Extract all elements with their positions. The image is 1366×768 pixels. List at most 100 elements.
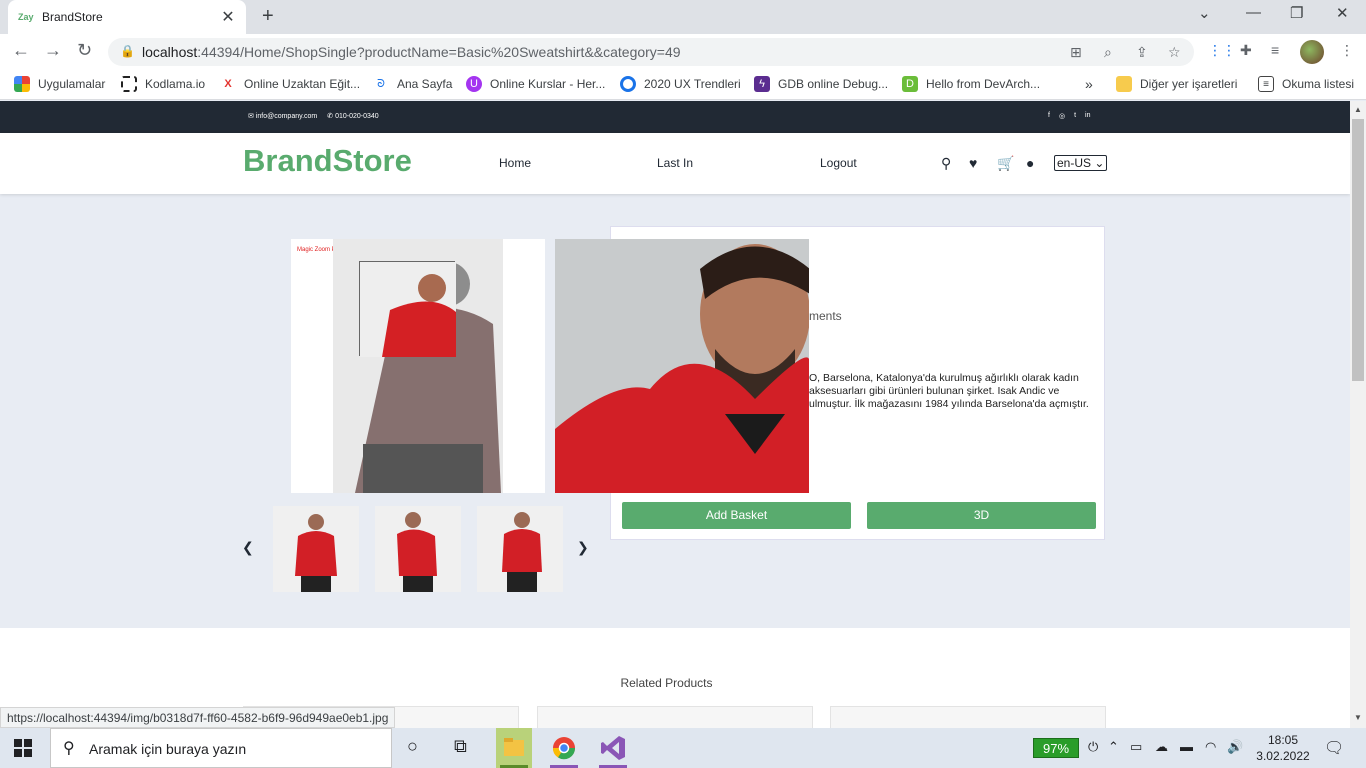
restore-icon[interactable]: ❐ [1290,4,1303,22]
bookmark-label: Uygulamalar [38,77,106,91]
tab-search-icon[interactable]: ⌄ [1198,4,1211,22]
folder-icon [504,738,524,756]
forward-icon[interactable]: → [44,40,62,61]
taskbar-search[interactable]: ⚲ Aramak için buraya yazın [50,728,392,768]
phone-text: 010-020-0340 [335,113,379,120]
bolt-icon: ϟ [754,76,770,92]
translate-icon[interactable]: ⊞ [1070,44,1082,61]
product-main-image[interactable]: Magic Zoom Plus™ trial version [291,239,545,493]
page-scrollbar[interactable]: ▲ ▼ [1350,101,1366,728]
scroll-up-icon[interactable]: ▲ [1354,105,1362,114]
chevron-down-icon: ⌄ [1094,156,1105,170]
next-thumbnail-icon[interactable]: ❯ [577,539,589,556]
close-tab-icon[interactable]: ✕ [220,7,236,27]
address-bar[interactable]: 🔒 localhost:44394/Home/ShopSingle?produc… [108,38,1194,66]
bookmarks-overflow[interactable]: » [1085,76,1093,92]
battery-icon[interactable]: ▬ [1180,739,1193,754]
linkedin-icon[interactable]: in [1085,112,1090,120]
nav-home[interactable]: Home [499,156,531,170]
menu-icon[interactable]: ⋮ [1340,42,1354,59]
bookmark-star-icon[interactable]: ☆ [1168,44,1181,61]
profile-avatar[interactable] [1300,40,1324,64]
related-product-card[interactable] [537,706,813,728]
lock-icon[interactable]: 🔒 [120,44,135,58]
taskbar-clock[interactable]: 18:05 3.02.2022 [1252,732,1314,764]
udemy-icon: U [466,76,482,92]
user-icon[interactable]: ● [1026,155,1034,171]
zoom-icon[interactable]: ⌕ [1104,44,1112,61]
site-topbar: ✉ info@company.com ✆ 010-020-0340 f ◎ t … [0,101,1350,133]
bookmark-uzaktan[interactable]: X Online Uzaktan Eğit... [220,76,360,92]
prev-thumbnail-icon[interactable]: ❮ [242,539,254,556]
minimize-icon[interactable]: — [1246,4,1261,21]
extension-grid-icon[interactable]: ⋮⋮ [1208,42,1236,59]
zoom-window [555,239,809,493]
scrollbar-thumb[interactable] [1352,119,1364,381]
twitter-icon[interactable]: t [1074,112,1076,120]
file-explorer-app[interactable] [496,728,532,768]
new-tab-icon[interactable]: + [262,5,274,28]
phone-contact[interactable]: ✆ 010-020-0340 [327,112,378,120]
language-select[interactable]: en-US ⌄ [1054,155,1107,171]
cortana-icon[interactable]: ○ [407,736,418,757]
email-contact[interactable]: ✉ info@company.com [248,112,317,120]
brand-logo[interactable]: BrandStore [243,143,412,179]
lens-preview [360,262,456,357]
heart-icon[interactable]: ♥ [969,155,977,171]
chrome-app[interactable] [546,728,582,768]
reading-list[interactable]: ≡ Okuma listesi [1258,76,1354,92]
facebook-icon[interactable]: f [1048,112,1050,120]
bookmark-ux[interactable]: 2020 UX Trendleri [620,76,741,92]
back-icon[interactable]: ← [12,40,30,61]
bookmark-label: Okuma listesi [1282,77,1355,91]
bookmark-anasayfa[interactable]: ᘐ Ana Sayfa [373,76,452,92]
zoomed-product-image [555,239,809,493]
reading-list-icon: ≡ [1258,76,1274,92]
bookmark-gdb[interactable]: ϟ GDB online Debug... [754,76,888,92]
bookmark-apps[interactable]: Uygulamalar [14,76,105,92]
nav-last-in[interactable]: Last In [657,156,693,170]
onedrive-icon[interactable]: ☁ [1155,739,1168,755]
scroll-down-icon[interactable]: ▼ [1354,713,1362,722]
bookmark-kurslar[interactable]: U Online Kurslar - Her... [466,76,605,92]
wifi-icon[interactable]: ◠ [1205,739,1216,755]
windows-start-icon[interactable] [14,739,32,757]
power-plug-icon[interactable]: ⏻ [1088,739,1098,755]
other-bookmarks[interactable]: Diğer yer işaretleri [1116,76,1237,92]
add-basket-button[interactable]: Add Basket [622,502,851,529]
product-thumbnail[interactable] [477,506,563,592]
nav-logout[interactable]: Logout [820,156,857,170]
bookmark-devarch[interactable]: D Hello from DevArch... [902,76,1040,92]
bookmark-label: GDB online Debug... [778,77,889,91]
bookmark-label: Kodlama.io [145,77,206,91]
reload-icon[interactable]: ↻ [77,40,92,61]
media-icon[interactable]: ≡ [1271,42,1279,58]
share-icon[interactable]: ⇪ [1136,44,1148,61]
zoom-lens[interactable] [359,261,456,357]
extensions-icon[interactable]: ✚ [1240,42,1252,59]
bookmark-kodlama[interactable]: Kodlama.io [121,76,205,92]
related-product-card[interactable] [830,706,1106,728]
close-window-icon[interactable]: ✕ [1336,4,1349,22]
phone-icon: ✆ [327,113,336,120]
product-thumbnail[interactable] [375,506,461,592]
visual-studio-app[interactable] [595,728,631,768]
notifications-icon[interactable]: 🗨 [1324,738,1344,758]
thumbnail-image [375,506,461,592]
browser-tab[interactable]: Zay BrandStore ✕ [8,0,246,34]
view-3d-button[interactable]: 3D [867,502,1096,529]
search-icon[interactable]: ⚲ [941,155,951,172]
battery-indicator[interactable]: 97% [1033,738,1079,758]
taskbar-search-placeholder: Aramak için buraya yazın [89,741,247,757]
browser-toolbar: ← → ↻ 🔒 localhost:44394/Home/ShopSingle?… [0,34,1366,70]
chevron-up-icon[interactable]: ⌃ [1108,739,1119,755]
envelope-icon: ✉ [248,113,256,120]
cart-icon[interactable]: 🛒 [997,155,1014,172]
thumbnail-image [273,506,359,592]
address-url[interactable]: localhost:44394/Home/ShopSingle?productN… [142,44,681,60]
task-view-icon[interactable]: ⧉ [454,736,467,757]
instagram-icon[interactable]: ◎ [1059,112,1065,120]
meet-now-icon[interactable]: ▭ [1130,739,1142,755]
volume-icon[interactable]: 🔊 [1227,739,1243,755]
product-thumbnail[interactable] [273,506,359,592]
